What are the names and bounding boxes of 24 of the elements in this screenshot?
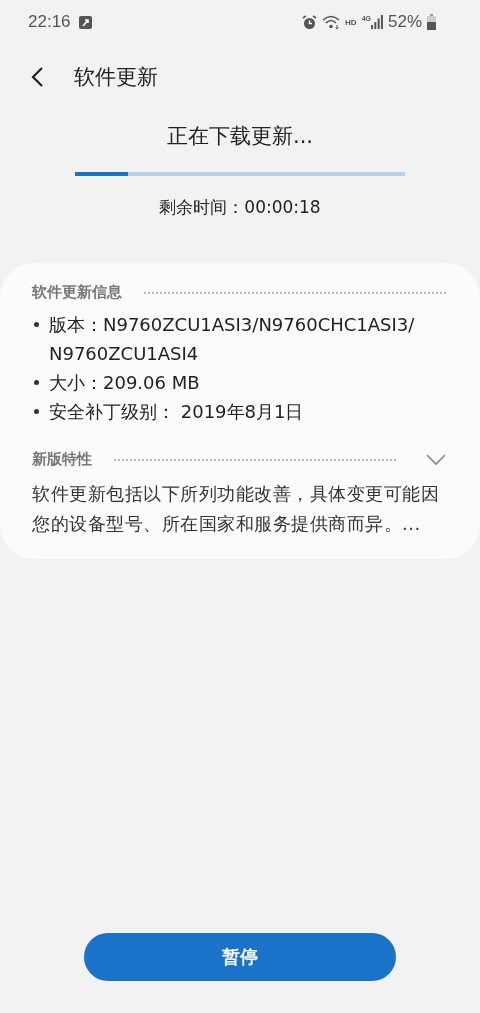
- bullet-icon: [34, 380, 39, 385]
- features-description: 软件更新包括以下所列功能改善，具体变更可能因您的设备型号、所在国家和服务提供商而异。...: [32, 482, 440, 536]
- download-status: 正在下载更新...: [167, 123, 313, 150]
- battery-percent: 52%: [387, 12, 422, 32]
- notification-icon: [78, 15, 92, 29]
- info-item: 大小：209.06 MB: [49, 371, 200, 395]
- section-heading: 新版特性: [32, 450, 92, 469]
- section-heading: 软件更新信息: [32, 283, 122, 302]
- battery-icon: [427, 14, 436, 30]
- clock-time: 22:16: [28, 12, 71, 32]
- alarm-icon: [302, 14, 318, 30]
- back-icon: [30, 66, 44, 88]
- chevron-icon: [426, 453, 446, 466]
- pause-button[interactable]: 暂停: [84, 933, 396, 981]
- info-item: 安全补丁级别： 2019年8月1日: [49, 400, 304, 424]
- info-item: 版本：N9760ZCU1ASI3/N9760CHC1ASI3/N9760ZCU1ASI4: [49, 313, 416, 366]
- wifi-icon: [322, 15, 341, 29]
- hd-label: HD: [345, 17, 357, 27]
- remaining-time: 剩余时间：00:00:18: [159, 196, 321, 219]
- signal-icon: [370, 15, 383, 29]
- page-title: 软件更新: [74, 64, 158, 91]
- expand-button[interactable]: [426, 453, 446, 466]
- bullet-icon: [34, 322, 39, 327]
- bullet-icon: [34, 409, 39, 414]
